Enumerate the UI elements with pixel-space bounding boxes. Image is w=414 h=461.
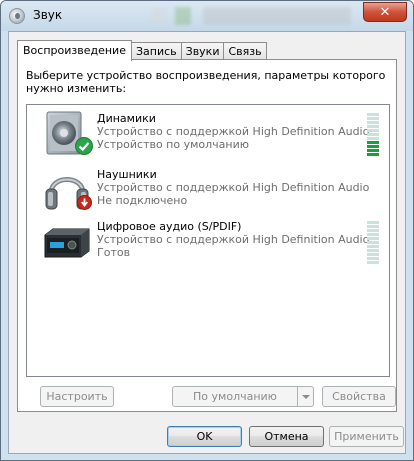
set-default-button-label: По умолчанию xyxy=(193,390,277,403)
playback-device-list[interactable]: Динамики Устройство с поддержкой High De… xyxy=(26,104,390,377)
meter-segment xyxy=(367,241,379,244)
ok-button[interactable]: OK xyxy=(167,426,242,447)
meter-segment xyxy=(367,153,379,156)
window-title: Звук xyxy=(33,8,63,22)
device-status: Устройство по умолчанию xyxy=(97,138,250,151)
meter-segment xyxy=(367,233,379,236)
title-bar-background-blur xyxy=(151,7,351,25)
device-name: Цифровое аудио (S/PDIF) xyxy=(97,220,242,233)
tab-playback[interactable]: Воспроизведение xyxy=(17,40,132,61)
meter-segment xyxy=(367,145,379,148)
close-button[interactable]: ✕ xyxy=(363,2,407,22)
dialog-client-area: Воспроизведение Запись Звуки Связь Выбер… xyxy=(8,31,406,454)
meter-segment xyxy=(367,129,379,132)
meter-segment xyxy=(367,261,379,264)
meter-segment xyxy=(367,141,379,144)
tab-recording[interactable]: Запись xyxy=(131,42,182,60)
configure-button[interactable]: Настроить xyxy=(40,386,114,407)
cancel-button-label: Отмена xyxy=(264,430,309,443)
device-description: Устройство с поддержкой High Definition … xyxy=(97,233,370,246)
meter-segment xyxy=(367,117,379,120)
apply-button[interactable]: Применить xyxy=(329,426,404,447)
meter-segment xyxy=(367,229,379,232)
meter-segment xyxy=(367,137,379,140)
meter-segment xyxy=(367,125,379,128)
meter-segment xyxy=(367,133,379,136)
list-item-digital-audio[interactable]: Цифровое аудио (S/PDIF) Устройство с под… xyxy=(27,217,389,273)
device-description: Устройство с поддержкой High Definition … xyxy=(97,181,370,194)
default-check-icon xyxy=(75,137,93,155)
meter-segment xyxy=(367,257,379,260)
meter-segment xyxy=(367,121,379,124)
meter-segment xyxy=(367,149,379,152)
tab-communications[interactable]: Связь xyxy=(224,42,267,60)
list-item-speakers[interactable]: Динамики Устройство с поддержкой High De… xyxy=(27,109,389,165)
device-description: Устройство с поддержкой High Definition … xyxy=(97,125,370,138)
device-status: Не подключено xyxy=(97,194,188,207)
volume-level-meter xyxy=(367,221,379,266)
device-status: Готов xyxy=(97,246,131,259)
meter-segment xyxy=(367,245,379,248)
meter-segment xyxy=(367,253,379,256)
title-bar[interactable]: Звук ✕ xyxy=(1,1,413,31)
sound-dialog-window: Звук ✕ Воспроизведение Запись Звуки Связ… xyxy=(0,0,414,461)
meter-segment xyxy=(367,113,379,116)
close-icon: ✕ xyxy=(379,4,391,20)
device-name: Наушники xyxy=(97,168,157,181)
cancel-button[interactable]: Отмена xyxy=(249,426,324,447)
properties-button-label: Свойства xyxy=(332,390,386,403)
device-name: Динамики xyxy=(97,112,156,125)
set-default-split-button[interactable]: По умолчанию xyxy=(172,386,314,407)
ok-button-label: OK xyxy=(196,430,213,443)
meter-segment xyxy=(367,221,379,224)
meter-segment xyxy=(367,249,379,252)
list-item-headphones[interactable]: Наушники Устройство с поддержкой High De… xyxy=(27,165,389,221)
tab-sounds[interactable]: Звуки xyxy=(181,42,225,60)
chevron-down-icon[interactable] xyxy=(297,387,313,406)
playback-tab-panel: Выберите устройство воспроизведения, пар… xyxy=(17,59,397,412)
speaker-window-icon xyxy=(9,8,25,24)
meter-segment xyxy=(367,237,379,240)
digital-audio-receiver-icon xyxy=(44,228,90,258)
unplugged-arrow-icon xyxy=(77,195,92,210)
tab-strip: Воспроизведение Запись Звуки Связь xyxy=(17,40,267,61)
panel-description: Выберите устройство воспроизведения, пар… xyxy=(26,69,386,95)
properties-button[interactable]: Свойства xyxy=(322,386,396,407)
configure-button-label: Настроить xyxy=(46,390,108,403)
meter-segment xyxy=(367,225,379,228)
volume-level-meter xyxy=(367,113,379,158)
apply-button-label: Применить xyxy=(334,430,399,443)
